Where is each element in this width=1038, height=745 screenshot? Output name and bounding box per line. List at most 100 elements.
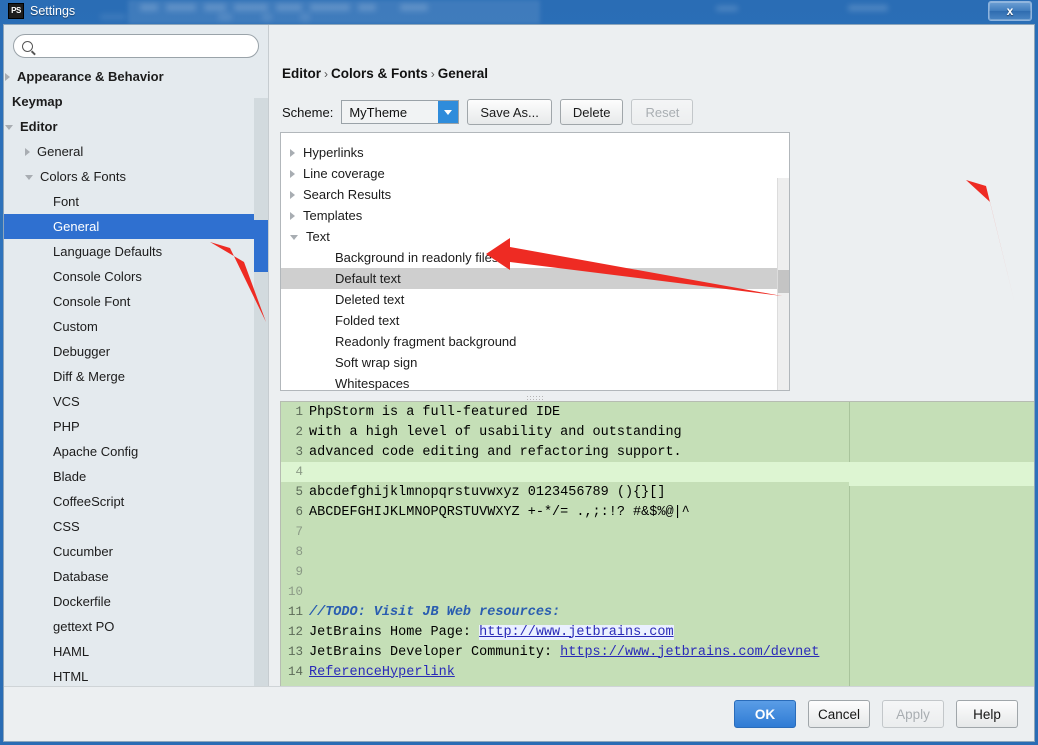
sidebar-item-label: Blade (53, 469, 87, 484)
chevron-down-icon[interactable] (25, 175, 33, 180)
attribute-row-templates[interactable]: Templates (281, 205, 789, 226)
preview-line: 4 (281, 462, 1034, 482)
sidebar-item-vcs[interactable]: VCS (4, 389, 268, 414)
sidebar-item-debugger[interactable]: Debugger (4, 339, 268, 364)
scheme-dropdown[interactable]: MyTheme (341, 100, 460, 124)
settings-category-tree[interactable]: Appearance & Behavior Keymap Editor General… (4, 62, 268, 687)
chevron-right-icon[interactable] (290, 190, 295, 199)
attribute-row-search-results[interactable]: Search Results (281, 184, 789, 205)
attribute-row-background-in-readonly-files[interactable]: Background in readonly files (281, 247, 789, 268)
attribute-tree-scrollbar-track[interactable] (777, 178, 789, 390)
sidebar-item-general[interactable]: General (4, 139, 268, 164)
sidebar-item-html[interactable]: HTML (4, 664, 268, 686)
chevron-down-icon[interactable] (5, 125, 13, 130)
color-scheme-preview[interactable]: 1 PhpStorm is a full-featured IDE 2 with a … (280, 401, 1034, 687)
reset-button: Reset (631, 99, 694, 125)
delete-button[interactable]: Delete (559, 99, 624, 125)
line-number: 7 (295, 525, 303, 539)
preview-hyperlink[interactable]: https://www.jetbrains.com/devnet (560, 645, 819, 660)
attribute-row-label: Deleted text (335, 292, 405, 307)
settings-content-panel: Editor › Colors & Fonts › General Scheme: My… (269, 25, 1034, 687)
attribute-tree-scrollbar-thumb[interactable] (778, 270, 789, 293)
search-input[interactable] (38, 36, 258, 56)
preview-code-lines: 1 PhpStorm is a full-featured IDE 2 with a … (281, 402, 1034, 686)
sidebar-item-appearance-behavior[interactable]: Appearance & Behavior (4, 64, 268, 89)
ok-button[interactable]: OK (734, 700, 796, 729)
close-button[interactable]: x (988, 1, 1032, 21)
attribute-row-whitespaces[interactable]: Whitespaces (281, 373, 789, 390)
sidebar-item-colors-fonts[interactable]: Colors & Fonts (4, 164, 268, 189)
attribute-row-line-coverage[interactable]: Line coverage (281, 163, 789, 184)
attribute-row-readonly-fragment-background[interactable]: Readonly fragment background (281, 331, 789, 352)
chevron-right-icon[interactable] (290, 169, 295, 178)
cancel-button[interactable]: Cancel (808, 700, 870, 729)
sidebar-item-label: Dockerfile (53, 594, 111, 609)
color-attribute-tree[interactable]: Identifier under caret Hyperlinks Line co… (280, 132, 790, 391)
sidebar-item-label: Diff & Merge (53, 369, 126, 384)
sidebar-scrollbar-track[interactable] (254, 98, 268, 687)
preview-line-prefix: JetBrains Home Page: (309, 624, 480, 640)
sidebar-item-keymap[interactable]: Keymap (4, 89, 268, 114)
attribute-row-text[interactable]: Text (281, 226, 789, 247)
desktop-background: PS Settings x Appearance & Behavior Keyma… (0, 0, 1038, 745)
sidebar-item-label: PHP (53, 419, 80, 434)
sidebar-item-haml[interactable]: HAML (4, 639, 268, 664)
preview-hyperlink[interactable]: http://www.jetbrains.com (479, 624, 674, 640)
sidebar-item-blade[interactable]: Blade (4, 464, 268, 489)
preview-line-text: advanced code editing and refactoring su… (309, 444, 682, 460)
sidebar-item-console-colors[interactable]: Console Colors (4, 264, 268, 289)
sidebar-item-database[interactable]: Database (4, 564, 268, 589)
sidebar-item-editor[interactable]: Editor (4, 114, 268, 139)
search-area (4, 25, 268, 62)
sidebar-item-gettext-po[interactable]: gettext PO (4, 614, 268, 639)
attribute-row-deleted-text[interactable]: Deleted text (281, 289, 789, 310)
dialog-body: Appearance & Behavior Keymap Editor General… (4, 25, 1034, 687)
preview-hyperlink[interactable]: ReferenceHyperlink (309, 665, 455, 680)
chevron-down-icon[interactable] (290, 235, 298, 240)
scheme-label: Scheme: (282, 104, 334, 120)
attribute-row-hyperlinks[interactable]: Hyperlinks (281, 142, 789, 163)
line-number: 14 (287, 665, 303, 679)
attribute-row-soft-wrap-sign[interactable]: Soft wrap sign (281, 352, 789, 373)
chevron-down-icon[interactable] (438, 101, 459, 123)
preview-line-prefix: JetBrains Developer Community: (309, 644, 561, 660)
sidebar-item-general[interactable]: General (4, 214, 268, 239)
sidebar-scrollbar-thumb[interactable] (254, 220, 268, 272)
sidebar-item-console-font[interactable]: Console Font (4, 289, 268, 314)
preview-line: 5 abcdefghijklmnopqrstuvwxyz 0123456789 (… (281, 482, 1034, 502)
sidebar-item-apache-config[interactable]: Apache Config (4, 439, 268, 464)
sidebar-item-php[interactable]: PHP (4, 414, 268, 439)
sidebar-item-language-defaults[interactable]: Language Defaults (4, 239, 268, 264)
attribute-row-label: Background in readonly files (335, 250, 499, 265)
search-icon (22, 40, 33, 52)
scheme-toolbar: Scheme: MyTheme Save As... Delete Reset (282, 99, 694, 125)
window-titlebar[interactable]: PS Settings x (0, 0, 1038, 24)
sidebar-item-cucumber[interactable]: Cucumber (4, 539, 268, 564)
attribute-row-label: Default text (335, 271, 401, 286)
help-button[interactable]: Help (956, 700, 1018, 729)
sidebar-item-label: Keymap (12, 94, 63, 109)
preview-line: 11 //TODO: Visit JB Web resources: (281, 602, 1034, 622)
breadcrumb-item-editor[interactable]: Editor (282, 66, 321, 81)
save-as-button[interactable]: Save As... (467, 99, 552, 125)
sidebar-item-css[interactable]: CSS (4, 514, 268, 539)
sidebar-item-label: Cucumber (53, 544, 113, 559)
attribute-row-label: Hyperlinks (303, 145, 364, 160)
chevron-right-icon[interactable] (5, 72, 10, 81)
sidebar-item-custom[interactable]: Custom (4, 314, 268, 339)
sidebar-item-dockerfile[interactable]: Dockerfile (4, 589, 268, 614)
chevron-right-icon[interactable] (290, 148, 295, 157)
sidebar-item-coffeescript[interactable]: CoffeeScript (4, 489, 268, 514)
sidebar-item-diff-merge[interactable]: Diff & Merge (4, 364, 268, 389)
attribute-row-default-text[interactable]: Default text (281, 268, 789, 289)
sidebar-item-font[interactable]: Font (4, 189, 268, 214)
search-box[interactable] (13, 34, 259, 58)
preview-line: 6 ABCDEFGHIJKLMNOPQRSTUVWXYZ +-*/= .,;:!?… (281, 502, 1034, 522)
breadcrumb-item-colors-fonts[interactable]: Colors & Fonts (331, 66, 428, 81)
chevron-right-icon[interactable] (25, 147, 30, 156)
line-number: 12 (287, 625, 303, 639)
chevron-right-icon[interactable] (290, 211, 295, 220)
preview-line: 12 JetBrains Home Page: http://www.jetbra… (281, 622, 1034, 642)
attribute-row-folded-text[interactable]: Folded text (281, 310, 789, 331)
panel-splitter[interactable] (280, 392, 790, 400)
